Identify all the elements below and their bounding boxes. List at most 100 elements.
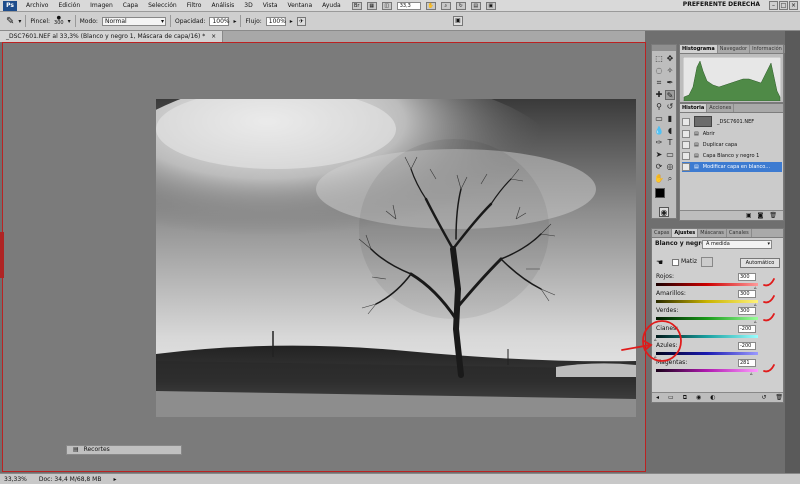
tab-capas[interactable]: Capas	[652, 229, 673, 237]
clone-stamp-icon[interactable]: ⚲	[654, 102, 664, 112]
view-previous-icon[interactable]: ◐	[710, 394, 715, 401]
history-brush-source-box[interactable]	[682, 117, 690, 126]
history-step[interactable]: ▤ Abrir	[682, 129, 782, 139]
marquee-tool-icon[interactable]: ⬚	[654, 54, 664, 64]
history-brush-source-box[interactable]	[682, 163, 690, 171]
opacity-field[interactable]: 100%	[209, 16, 230, 26]
slider-track-reds[interactable]	[656, 283, 758, 286]
zoom-tool-icon[interactable]: ⌕	[665, 174, 675, 184]
reset-icon[interactable]: ↺	[761, 394, 766, 401]
zoom-tool-icon[interactable]: ⌕	[440, 1, 451, 10]
menu-ventana[interactable]: Ventana	[283, 2, 318, 9]
maximize-icon[interactable]: □	[779, 1, 788, 10]
hand-tool-icon[interactable]: ✋	[654, 174, 664, 184]
gradient-icon[interactable]: ▮	[665, 114, 675, 124]
type-tool-icon[interactable]: T	[665, 138, 675, 148]
status-zoom[interactable]: 33,33%	[4, 476, 27, 483]
eraser-icon[interactable]: ▭	[654, 114, 664, 124]
document-tab[interactable]: _DSC7601.NEF al 33,3% (Blanco y negro 1,…	[0, 31, 224, 42]
auto-button[interactable]: Automático	[740, 258, 780, 268]
tools-panel-header[interactable]	[652, 45, 676, 51]
tab-histograma[interactable]: Histograma	[680, 45, 718, 53]
menu-imagen[interactable]: Imagen	[85, 2, 118, 9]
tab-historia[interactable]: Historia	[680, 104, 708, 112]
return-to-list-icon[interactable]: ◂	[656, 394, 659, 401]
slider-track-greens[interactable]	[656, 317, 758, 320]
opacity-dropdown[interactable]: ▸	[233, 18, 236, 25]
tint-checkbox[interactable]	[672, 259, 679, 266]
slider-value-blues[interactable]: -200	[738, 342, 756, 350]
move-tool-icon[interactable]: ✥	[665, 54, 675, 64]
menu-filtro[interactable]: Filtro	[182, 2, 207, 9]
hand-tool-icon[interactable]: ✋	[425, 1, 436, 10]
brush-tool-icon[interactable]: ✎	[6, 16, 14, 27]
status-doc-size[interactable]: Doc: 34,4 M/68,8 MB	[39, 476, 102, 483]
visibility-eye-icon[interactable]: ◉	[696, 394, 701, 401]
tint-color-swatch[interactable]	[701, 257, 713, 267]
menu-3d[interactable]: 3D	[239, 2, 257, 9]
eyedropper-icon[interactable]: ✒	[665, 78, 675, 88]
minimize-icon[interactable]: –	[769, 1, 778, 10]
status-arrow-icon[interactable]: ▸	[113, 476, 116, 483]
quick-mask-icon[interactable]: ◉	[659, 207, 669, 217]
3d-rotate-icon[interactable]: ⟳	[654, 162, 664, 172]
close-icon[interactable]: ×	[789, 1, 798, 10]
history-brush-source-box[interactable]	[682, 141, 690, 149]
menu-ayuda[interactable]: Ayuda	[317, 2, 346, 9]
document-image[interactable]	[156, 99, 636, 417]
history-step-selected[interactable]: ▤ Modificar capa en blanco...	[682, 162, 782, 172]
delete-state-icon[interactable]: 🗑	[769, 212, 777, 219]
menu-vista[interactable]: Vista	[258, 2, 283, 9]
slider-track-yellows[interactable]	[656, 300, 758, 303]
screen-mode-icon[interactable]: ▣	[485, 1, 496, 10]
slider-value-greens[interactable]: 300	[738, 307, 756, 315]
brush-dropdown[interactable]: ▾	[68, 18, 71, 25]
tool-preset-dropdown[interactable]: ▾	[18, 18, 21, 25]
tab-navegador[interactable]: Navegador	[718, 45, 751, 53]
brush-preview[interactable]: ● 300	[54, 16, 64, 26]
foreground-color-swatch[interactable]	[655, 188, 665, 198]
bridge-icon[interactable]: Br	[351, 1, 362, 10]
slider-track-cyans[interactable]	[656, 335, 758, 338]
flow-dropdown[interactable]: ▸	[290, 18, 293, 25]
menu-seleccion[interactable]: Selección	[143, 2, 182, 9]
history-step[interactable]: ▤ Capa Blanco y negro 1	[682, 151, 782, 161]
shape-tool-icon[interactable]: ▭	[665, 150, 675, 160]
airbrush-icon[interactable]: ✈	[296, 16, 306, 26]
tablet-pressure-icon[interactable]: ▣	[453, 16, 463, 26]
slider-value-magentas[interactable]: 281	[738, 359, 756, 367]
brush-tool-icon[interactable]: ✎	[665, 90, 675, 100]
history-step[interactable]: ▤ Duplicar capa	[682, 140, 782, 150]
delete-layer-icon[interactable]: 🗑	[775, 394, 783, 401]
expanded-view-icon[interactable]: ▭	[668, 394, 674, 401]
recortes-panel[interactable]: ▤ Recortes	[66, 445, 182, 455]
tab-acciones[interactable]: Acciones	[707, 104, 735, 112]
menu-archivo[interactable]: Archivo	[21, 2, 53, 9]
lasso-tool-icon[interactable]: ◌	[654, 66, 664, 76]
healing-brush-icon[interactable]: ✚	[654, 90, 664, 100]
flow-field[interactable]: 100%	[265, 16, 286, 26]
close-tab-icon[interactable]: ×	[211, 33, 216, 40]
targeted-adjustment-icon[interactable]: ☚	[656, 258, 663, 267]
zoom-level-icon[interactable]: ◫	[381, 1, 392, 10]
slider-value-yellows[interactable]: 300	[738, 290, 756, 298]
history-brush-icon[interactable]: ↺	[665, 102, 675, 112]
preset-select[interactable]: A medida	[702, 240, 772, 249]
workspace-switcher[interactable]: PREFERENTE DERECHA	[683, 1, 760, 8]
crop-tool-icon[interactable]: ⌗	[654, 78, 664, 88]
guides-icon[interactable]: ▦	[366, 1, 377, 10]
mode-select[interactable]: Normal	[101, 16, 166, 26]
tab-ajustes[interactable]: Ajustes	[672, 229, 699, 237]
slider-track-magentas[interactable]	[656, 369, 758, 372]
menu-edicion[interactable]: Edición	[53, 2, 85, 9]
tab-mascaras[interactable]: Máscaras	[698, 229, 727, 237]
slider-thumb-greens[interactable]: ▵	[754, 320, 758, 325]
magic-wand-icon[interactable]: ✧	[665, 66, 675, 76]
menu-capa[interactable]: Capa	[118, 2, 143, 9]
menu-analisis[interactable]: Análisis	[206, 2, 239, 9]
history-brush-source-box[interactable]	[682, 152, 690, 160]
pen-tool-icon[interactable]: ✑	[654, 138, 664, 148]
zoom-field[interactable]: 33,3	[396, 1, 421, 10]
new-snapshot-icon[interactable]: ◙	[758, 212, 764, 219]
slider-value-reds[interactable]: 300	[738, 273, 756, 281]
